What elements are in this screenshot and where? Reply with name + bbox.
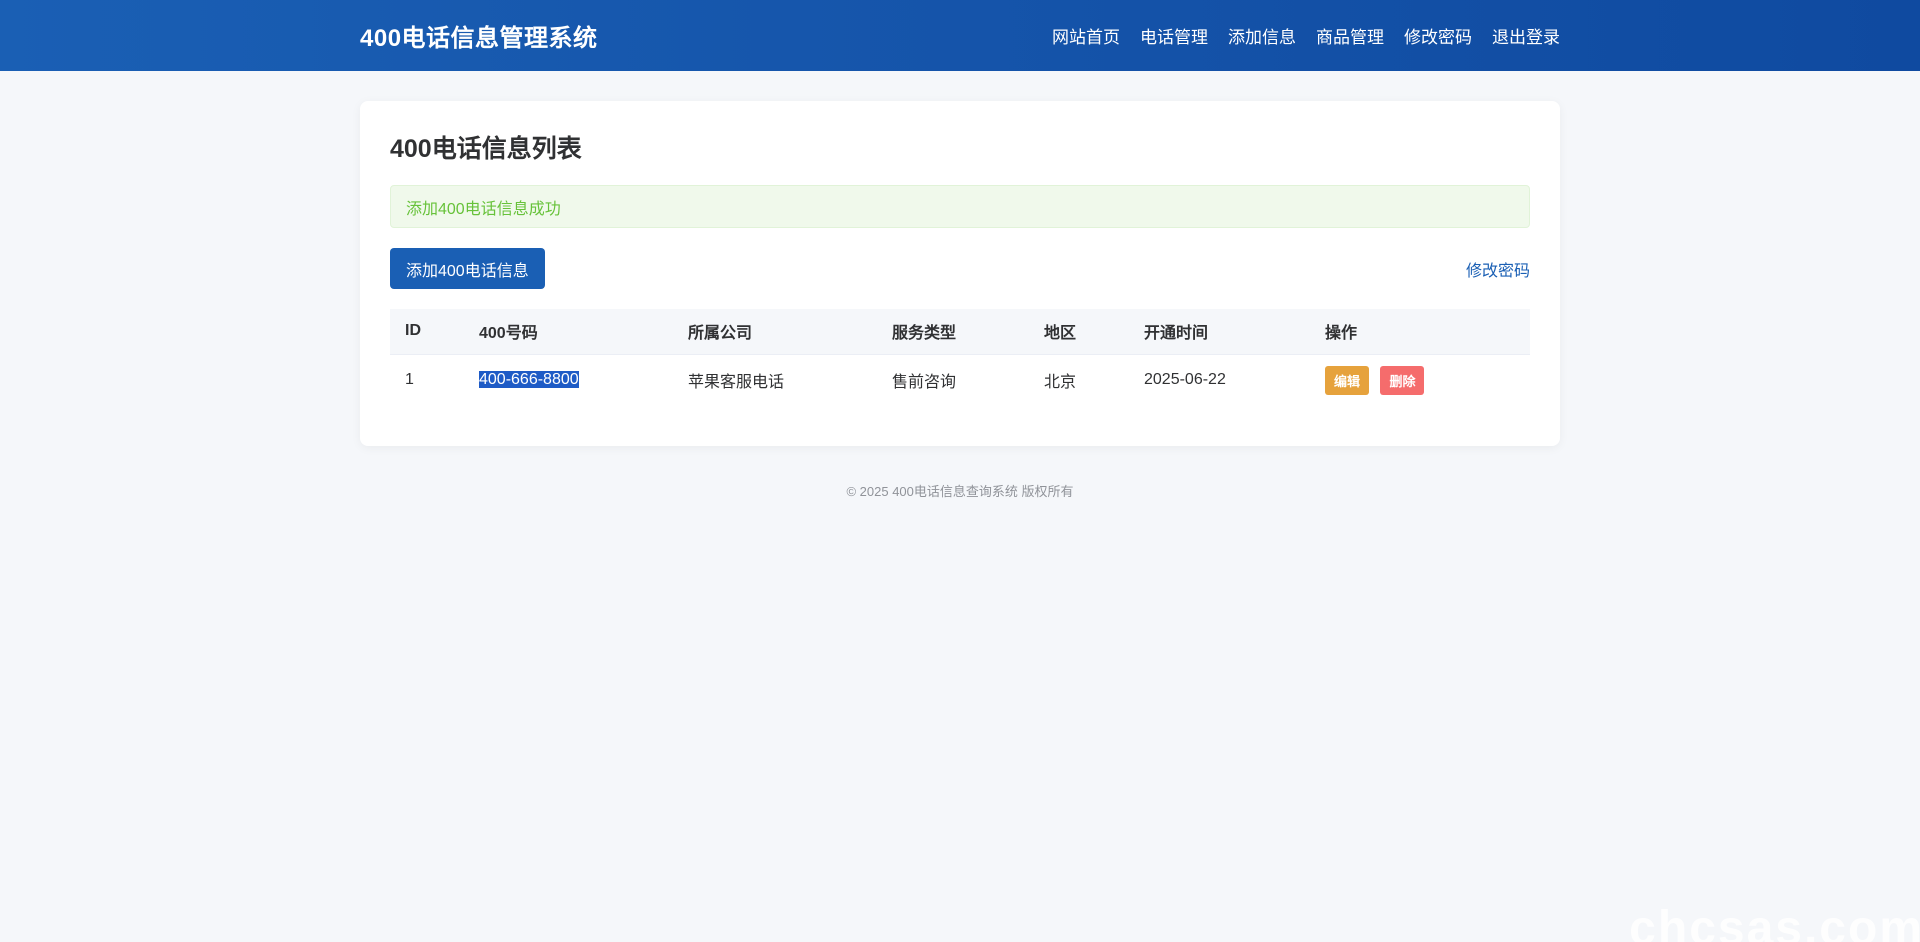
col-header-region: 地区 — [1029, 309, 1129, 355]
phone-table: ID 400号码 所属公司 服务类型 地区 开通时间 操作 1 400-666-… — [390, 309, 1530, 406]
toolbar: 添加400电话信息 修改密码 — [390, 248, 1530, 289]
page-footer: © 2025 400电话信息查询系统 版权所有 — [846, 484, 1074, 499]
cell-date: 2025-06-22 — [1144, 371, 1226, 389]
cell-region: 北京 — [1044, 374, 1077, 392]
col-header-date: 开通时间 — [1129, 309, 1310, 355]
page-title: 400电话信息列表 — [390, 135, 582, 163]
phone-number-text[interactable]: 400-666-8800 — [479, 371, 579, 389]
col-header-number: 400号码 — [464, 309, 673, 355]
table-row: 1 400-666-8800 苹果客服电话 售前咨询 北京 2025-06-22… — [390, 354, 1530, 406]
cell-company: 苹果客服电话 — [688, 374, 785, 392]
col-header-company: 所属公司 — [673, 309, 877, 355]
nav-product-management[interactable]: 商品管理 — [1316, 23, 1384, 48]
delete-button[interactable]: 删除 — [1380, 365, 1425, 395]
table-header: ID 400号码 所属公司 服务类型 地区 开通时间 操作 — [390, 309, 1530, 355]
cell-number: 400-666-8800 — [464, 354, 673, 406]
main-nav: 网站首页 电话管理 添加信息 商品管理 修改密码 退出登录 — [1052, 23, 1560, 48]
col-header-id: ID — [390, 309, 464, 355]
nav-home[interactable]: 网站首页 — [1052, 23, 1120, 48]
success-alert: 添加400电话信息成功 — [390, 185, 1530, 228]
cell-service: 售前咨询 — [892, 374, 957, 392]
success-alert-text: 添加400电话信息成功 — [406, 200, 561, 218]
top-navbar: 400电话信息管理系统 网站首页 电话管理 添加信息 商品管理 修改密码 退出登… — [0, 0, 1920, 71]
nav-logout[interactable]: 退出登录 — [1492, 23, 1560, 48]
col-header-actions: 操作 — [1310, 309, 1530, 355]
site-watermark: chcsas.com — [1629, 902, 1920, 942]
add-phone-button[interactable]: 添加400电话信息 — [390, 248, 545, 289]
col-header-service: 服务类型 — [877, 309, 1029, 355]
change-password-link[interactable]: 修改密码 — [1466, 257, 1530, 281]
edit-button[interactable]: 编辑 — [1325, 365, 1370, 395]
nav-change-password[interactable]: 修改密码 — [1404, 23, 1472, 48]
cell-actions: 编辑 删除 — [1310, 354, 1530, 406]
list-card: 400电话信息列表 添加400电话信息成功 添加400电话信息 修改密码 ID … — [360, 101, 1560, 446]
nav-phone-management[interactable]: 电话管理 — [1140, 23, 1208, 48]
nav-add-info[interactable]: 添加信息 — [1228, 23, 1296, 48]
navbar-inner: 400电话信息管理系统 网站首页 电话管理 添加信息 商品管理 修改密码 退出登… — [360, 0, 1560, 71]
cell-id: 1 — [405, 371, 414, 389]
brand-title[interactable]: 400电话信息管理系统 — [360, 18, 598, 53]
